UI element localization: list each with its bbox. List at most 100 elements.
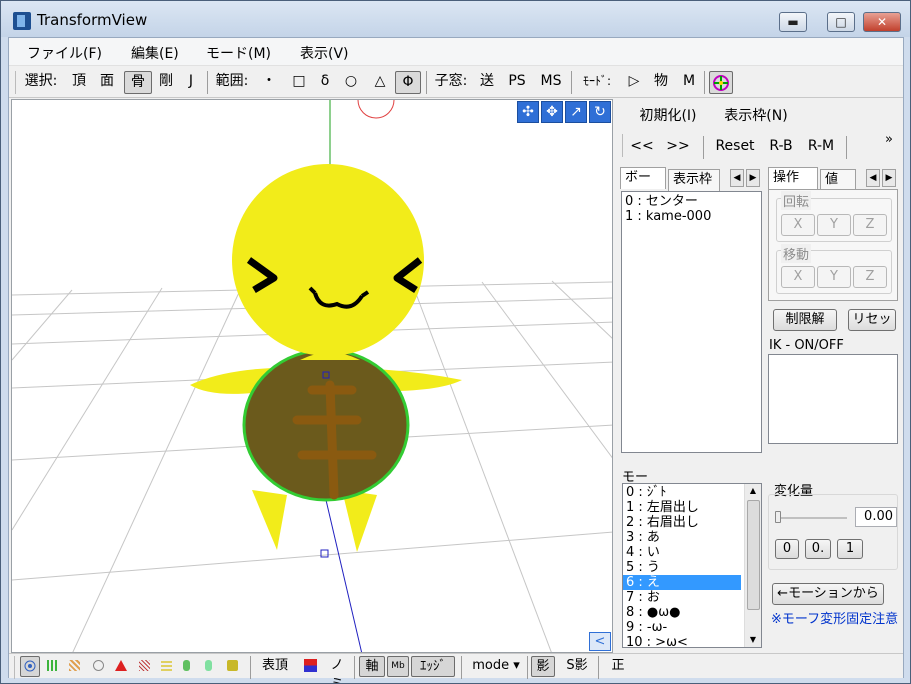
tab-scroll-left-icon[interactable]: ◀: [730, 169, 744, 187]
list-item[interactable]: 3 : あ: [623, 530, 741, 545]
play-button[interactable]: ▷: [625, 71, 643, 94]
select-face-button[interactable]: 面: [96, 71, 118, 94]
tab-value[interactable]: 値: [820, 169, 856, 191]
select-bone-button[interactable]: 骨: [124, 71, 152, 94]
range-delta-button[interactable]: δ: [315, 71, 335, 94]
bone-list[interactable]: 0 : センター 1 : kame-000: [621, 191, 762, 453]
scale-view-icon[interactable]: ↗: [565, 101, 587, 123]
rotate-y-button[interactable]: Y: [817, 214, 851, 236]
ps-button[interactable]: PS: [505, 71, 529, 94]
scroll-down-icon[interactable]: ▼: [745, 633, 761, 647]
reset-operation-button[interactable]: リセッ: [848, 309, 896, 331]
color-wheel-button[interactable]: [709, 71, 733, 94]
move-z-button[interactable]: Z: [853, 266, 887, 288]
bone-joint[interactable]: [320, 549, 329, 558]
3d-viewport[interactable]: ✣ ✥ ↗ ↻ <: [11, 99, 613, 653]
rotate-view-icon[interactable]: ✣: [517, 101, 539, 123]
from-motion-button[interactable]: ←モーションから: [772, 583, 884, 605]
turtle-model[interactable]: [190, 164, 462, 558]
unlock-limit-button[interactable]: 制限解: [773, 309, 837, 331]
close-button[interactable]: ✕: [863, 12, 901, 32]
collapse-panel-button[interactable]: <: [589, 632, 611, 651]
list-item[interactable]: 0 : センター: [622, 194, 761, 209]
triangle-icon[interactable]: [115, 660, 127, 671]
scroll-up-icon[interactable]: ▲: [745, 484, 761, 498]
value-0-button[interactable]: 0: [775, 539, 799, 559]
minimize-button[interactable]: ▬: [779, 12, 807, 32]
color-swatch-icon[interactable]: [304, 659, 317, 672]
maximize-button[interactable]: □: [827, 12, 855, 32]
list-item[interactable]: 0 : ｼﾞﾄ: [623, 485, 741, 500]
gear-icon[interactable]: [227, 660, 238, 671]
ms-button[interactable]: MS: [537, 71, 565, 94]
range-circle-button[interactable]: ○: [340, 71, 362, 94]
range-square-button[interactable]: □: [288, 71, 310, 94]
rm-button[interactable]: R-M: [804, 136, 838, 159]
stripe-icon[interactable]: [161, 660, 172, 671]
change-slider-track[interactable]: [775, 517, 847, 519]
front-vertex-button[interactable]: 表頂: [257, 656, 293, 677]
change-value-field[interactable]: 0.00: [855, 507, 897, 527]
reset-view-icon[interactable]: ↻: [589, 101, 611, 123]
front-view-button[interactable]: 正: [607, 656, 629, 677]
tab-operation[interactable]: 操作: [768, 167, 818, 189]
menu-mode[interactable]: モード(M): [206, 43, 271, 63]
range-dot-button[interactable]: ・: [259, 71, 279, 94]
change-slider-thumb[interactable]: [775, 511, 781, 523]
menu-view[interactable]: 表示(V): [300, 43, 349, 63]
scrollbar-thumb[interactable]: [747, 500, 760, 610]
ik-list[interactable]: [768, 354, 898, 444]
list-item-selected[interactable]: 6 : え: [623, 575, 741, 590]
select-rigid-button[interactable]: 剛: [155, 71, 177, 94]
next-button[interactable]: >>: [664, 136, 692, 159]
list-item[interactable]: 7 : お: [623, 590, 741, 605]
wireframe-icon[interactable]: [47, 660, 58, 671]
nomi-button[interactable]: ノミ: [325, 656, 349, 683]
move-view-icon[interactable]: ✥: [541, 101, 563, 123]
physics-button[interactable]: 物: [651, 71, 671, 94]
morph-list[interactable]: 0 : ｼﾞﾄ 1 : 左眉出し 2 : 右眉出し 3 : あ 4 : い 5 …: [622, 483, 762, 648]
shadow-button[interactable]: 影: [531, 656, 555, 677]
list-item[interactable]: 4 : い: [623, 545, 741, 560]
self-shadow-button[interactable]: S影: [562, 656, 592, 677]
rotate-x-button[interactable]: X: [781, 214, 815, 236]
mesh-icon[interactable]: [69, 660, 80, 671]
tab-scroll-left-icon[interactable]: ◀: [866, 169, 880, 187]
mb-button[interactable]: Mb: [387, 656, 409, 677]
tab-scroll-right-icon[interactable]: ▶: [882, 169, 896, 187]
display-frame-button[interactable]: 表示枠(N): [716, 106, 796, 129]
value-half-button[interactable]: 0.: [805, 539, 831, 559]
rotate-z-button[interactable]: Z: [853, 214, 887, 236]
range-phi-button[interactable]: Φ: [395, 71, 421, 94]
prev-button[interactable]: <<: [628, 136, 656, 159]
morph-scrollbar[interactable]: ▲ ▼: [744, 484, 761, 647]
list-item[interactable]: 2 : 右眉出し: [623, 515, 741, 530]
reset-button[interactable]: Reset: [710, 136, 760, 159]
move-x-button[interactable]: X: [781, 266, 815, 288]
select-vertex-button[interactable]: 頂: [68, 71, 90, 94]
mode-dropdown[interactable]: mode ▾: [467, 656, 525, 677]
list-item[interactable]: 9 : -ω-: [623, 620, 741, 635]
list-item[interactable]: 5 : う: [623, 560, 741, 575]
axis-button[interactable]: 軸: [359, 656, 385, 677]
tab-bone[interactable]: ボーン: [620, 167, 666, 205]
initialize-button[interactable]: 初期化(I): [628, 106, 708, 129]
list-item[interactable]: 10 : >ω<: [623, 635, 741, 647]
edge-button[interactable]: ｴｯｼﾞ: [411, 656, 455, 677]
menu-edit[interactable]: 編集(E): [131, 43, 179, 63]
rotation-gizmo[interactable]: [357, 100, 395, 119]
send-button[interactable]: 送: [477, 71, 497, 94]
capsule-light-icon[interactable]: [205, 660, 212, 671]
rb-button[interactable]: R-B: [764, 136, 798, 159]
range-triangle-button[interactable]: △: [369, 71, 391, 94]
capsule-icon[interactable]: [183, 660, 190, 671]
tab-scroll-right-icon[interactable]: ▶: [746, 169, 760, 187]
menu-file[interactable]: ファイル(F): [27, 43, 102, 63]
hatch-icon[interactable]: [139, 660, 150, 671]
more-tools-button[interactable]: »: [882, 129, 896, 152]
vertex-display-button[interactable]: [20, 656, 40, 677]
value-1-button[interactable]: 1: [837, 539, 863, 559]
select-joint-button[interactable]: J: [181, 71, 201, 94]
list-item[interactable]: 1 : kame-000: [622, 209, 761, 224]
tab-display-frame[interactable]: 表示枠: [668, 169, 720, 191]
